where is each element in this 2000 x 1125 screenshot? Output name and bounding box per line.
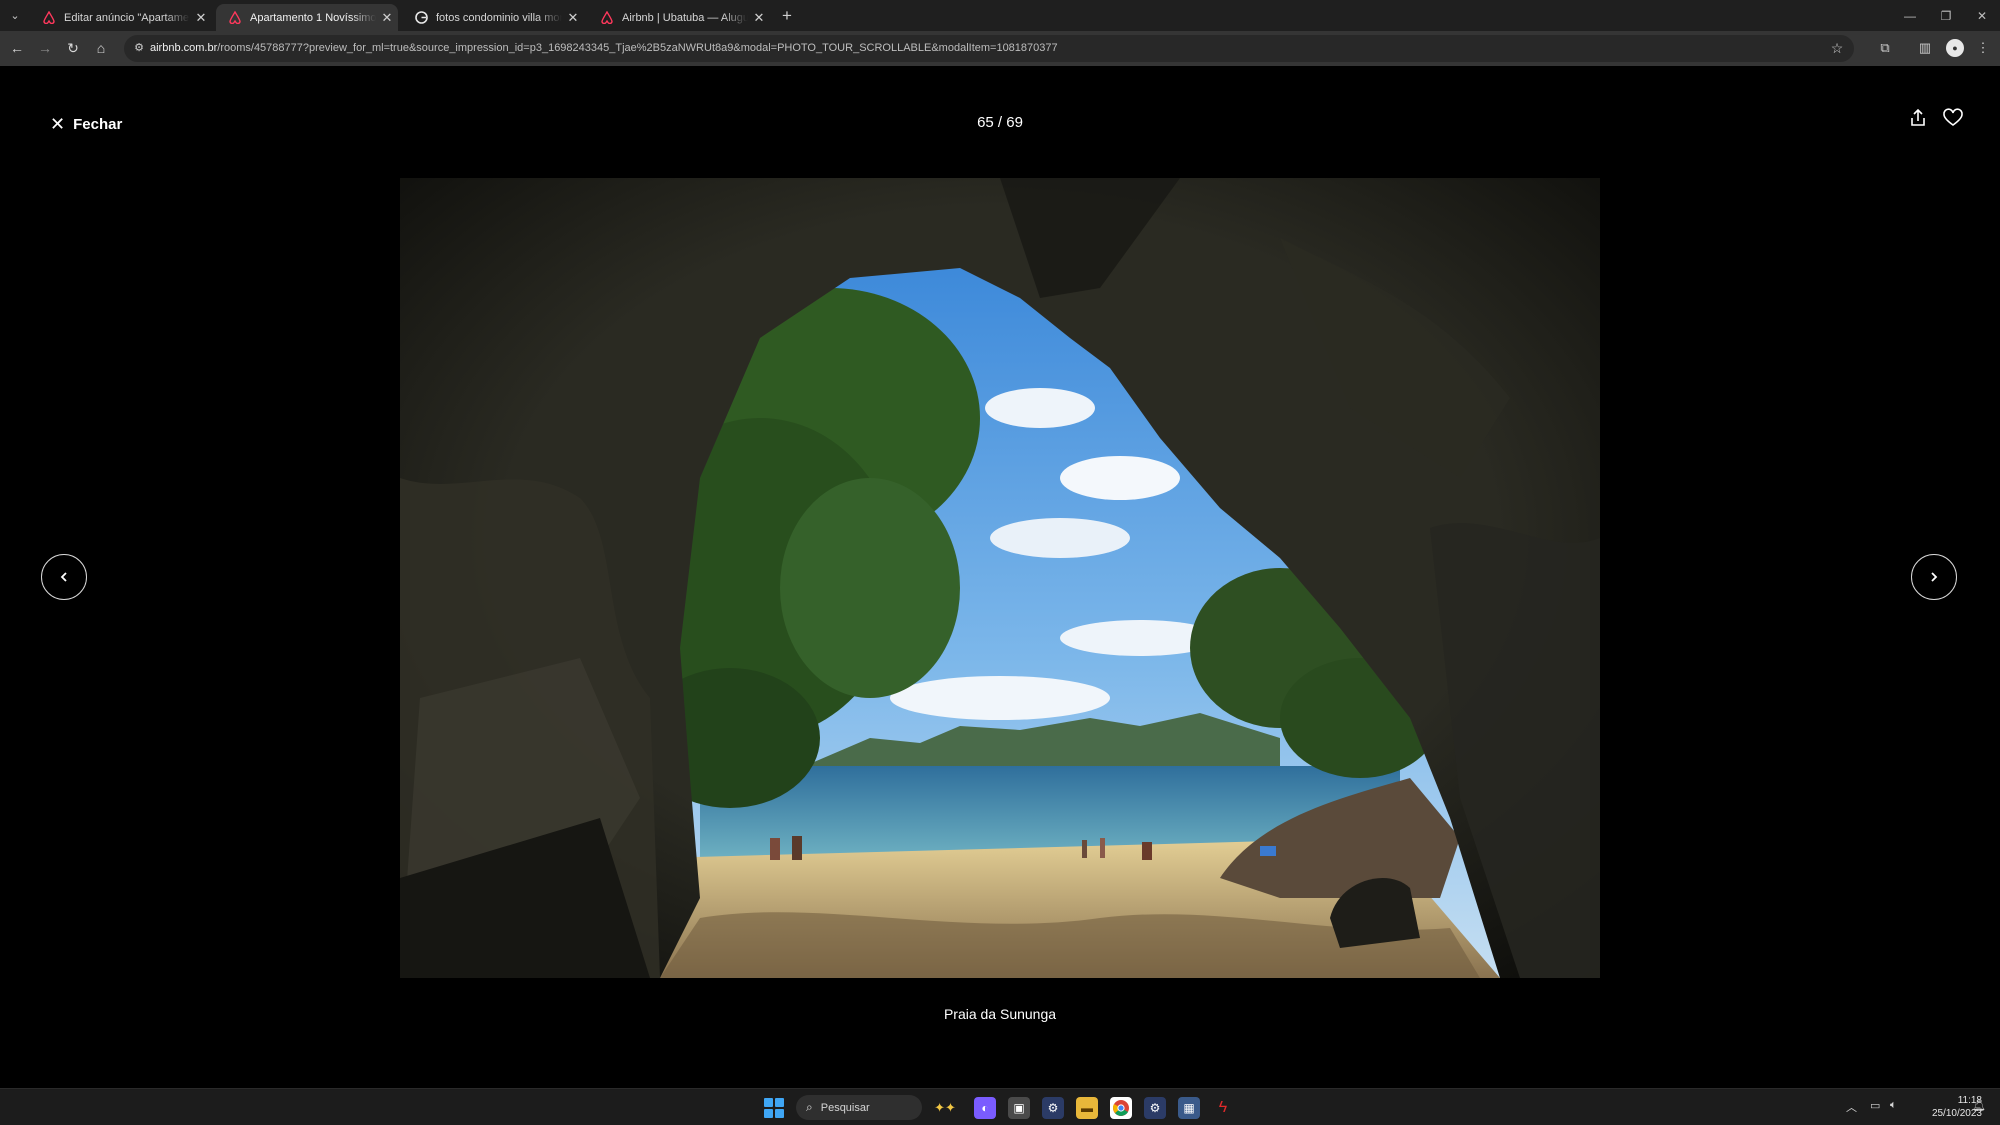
tab-title: Editar anúncio "Apartamento 1	[64, 11, 190, 24]
task-view-icon[interactable]: ▣	[1008, 1097, 1030, 1119]
photos-app-icon[interactable]: ▦	[1178, 1097, 1200, 1119]
volume-icon[interactable]: 🔈︎	[1890, 1099, 1897, 1112]
tab-title: fotos condominio villa monre	[436, 11, 562, 24]
share-icon[interactable]	[1906, 106, 1930, 130]
settings-secondary-icon[interactable]: ⚙	[1144, 1097, 1166, 1119]
tab-search-chevron-icon[interactable]: ⌄	[5, 6, 25, 26]
browser-tab-strip: ⌄ Editar anúncio "Apartamento 1 ✕ Aparta…	[0, 0, 2000, 31]
search-placeholder: Pesquisar	[820, 1101, 870, 1114]
tab-close-icon[interactable]: ✕	[562, 10, 584, 26]
menu-kebab-icon[interactable]: ⋮	[1972, 37, 1994, 59]
tab-title: Airbnb | Ubatuba — Aluguéis	[622, 11, 748, 24]
windows-start-icon[interactable]	[764, 1098, 784, 1118]
airbnb-icon	[600, 11, 614, 25]
tab-apartamento-active[interactable]: Apartamento 1 Novíssimo e Be ✕	[216, 4, 398, 31]
previous-photo-button[interactable]	[41, 554, 87, 600]
url-path: /rooms/45788777?preview_for_ml=true&sour…	[217, 42, 1058, 54]
chevron-left-icon	[60, 572, 67, 582]
listing-photo	[400, 178, 1600, 978]
chrome-icon[interactable]	[1110, 1097, 1132, 1119]
profile-avatar[interactable]: ●	[1946, 39, 1964, 57]
new-tab-plus-icon[interactable]: +	[776, 5, 798, 27]
copilot-icon[interactable]: ◐	[974, 1097, 996, 1119]
chevron-right-icon	[1931, 572, 1938, 582]
widgets-icon[interactable]: ✦✦	[928, 1097, 962, 1119]
reload-icon[interactable]: ↻	[62, 37, 84, 59]
window-close-icon[interactable]: ✕	[1964, 5, 2000, 27]
settings-app-icon[interactable]: ⚙	[1042, 1097, 1064, 1119]
acrobat-icon[interactable]: ϟ	[1212, 1097, 1234, 1119]
tab-editar-anuncio[interactable]: Editar anúncio "Apartamento 1 ✕	[30, 4, 212, 31]
extensions-icon[interactable]: ⧉	[1874, 37, 1896, 59]
tab-close-icon[interactable]: ✕	[748, 10, 770, 26]
tab-title: Apartamento 1 Novíssimo e Be	[250, 11, 376, 24]
taskbar-search[interactable]: ⌕ Pesquisar	[796, 1095, 922, 1120]
airbnb-icon	[42, 11, 56, 25]
photo-counter: 65 / 69	[977, 114, 1023, 131]
photo-caption: Praia da Sununga	[943, 1006, 1057, 1022]
file-explorer-icon[interactable]: ▬	[1076, 1097, 1098, 1119]
address-bar[interactable]: ⚙ airbnb.com.br/rooms/45788777?preview_f…	[124, 35, 1854, 62]
tab-airbnb-ubatuba[interactable]: Airbnb | Ubatuba — Aluguéis ✕	[588, 4, 770, 31]
heart-save-icon[interactable]	[1941, 106, 1965, 130]
windows-taskbar: ⌕ Pesquisar ✦✦ ◐ ▣ ⚙ ▬ ⚙ ▦ ϟ ︿ ▭ 🔈︎ 11:1…	[0, 1088, 2000, 1125]
next-photo-button[interactable]	[1911, 554, 1957, 600]
browser-toolbar: ← → ↻ ⌂ ⚙ airbnb.com.br/rooms/45788777?p…	[0, 31, 2000, 66]
side-panel-icon[interactable]: ▥	[1914, 37, 1936, 59]
forward-arrow-icon[interactable]: →	[34, 37, 56, 59]
home-icon[interactable]: ⌂	[90, 37, 112, 59]
google-icon	[414, 11, 428, 25]
notification-bell-icon[interactable]: 🔔︎	[1972, 1099, 1986, 1112]
back-arrow-icon[interactable]: ←	[6, 37, 28, 59]
bookmark-star-icon[interactable]: ☆	[1828, 39, 1846, 57]
tray-overflow-chevron-icon[interactable]: ︿	[1846, 1099, 1857, 1115]
airbnb-icon	[228, 11, 242, 25]
photo-tour-modal: ✕ Fechar 65 / 69 Praia da Sununga	[0, 66, 2000, 1088]
tab-close-icon[interactable]: ✕	[190, 10, 212, 26]
tab-close-icon[interactable]: ✕	[376, 10, 398, 26]
url-host: airbnb.com.br	[150, 42, 218, 54]
url-text[interactable]: airbnb.com.br/rooms/45788777?preview_for…	[150, 42, 1790, 54]
cave-beach-photo	[400, 178, 1600, 978]
restore-icon[interactable]: ❐	[1928, 5, 1964, 27]
search-icon: ⌕	[806, 1100, 813, 1114]
minimize-icon[interactable]: —	[1892, 5, 1928, 27]
network-icon[interactable]: ▭	[1870, 1099, 1880, 1112]
site-info-icon[interactable]: ⚙	[130, 39, 148, 57]
tab-fotos-condominio[interactable]: fotos condominio villa monre ✕	[402, 4, 584, 31]
